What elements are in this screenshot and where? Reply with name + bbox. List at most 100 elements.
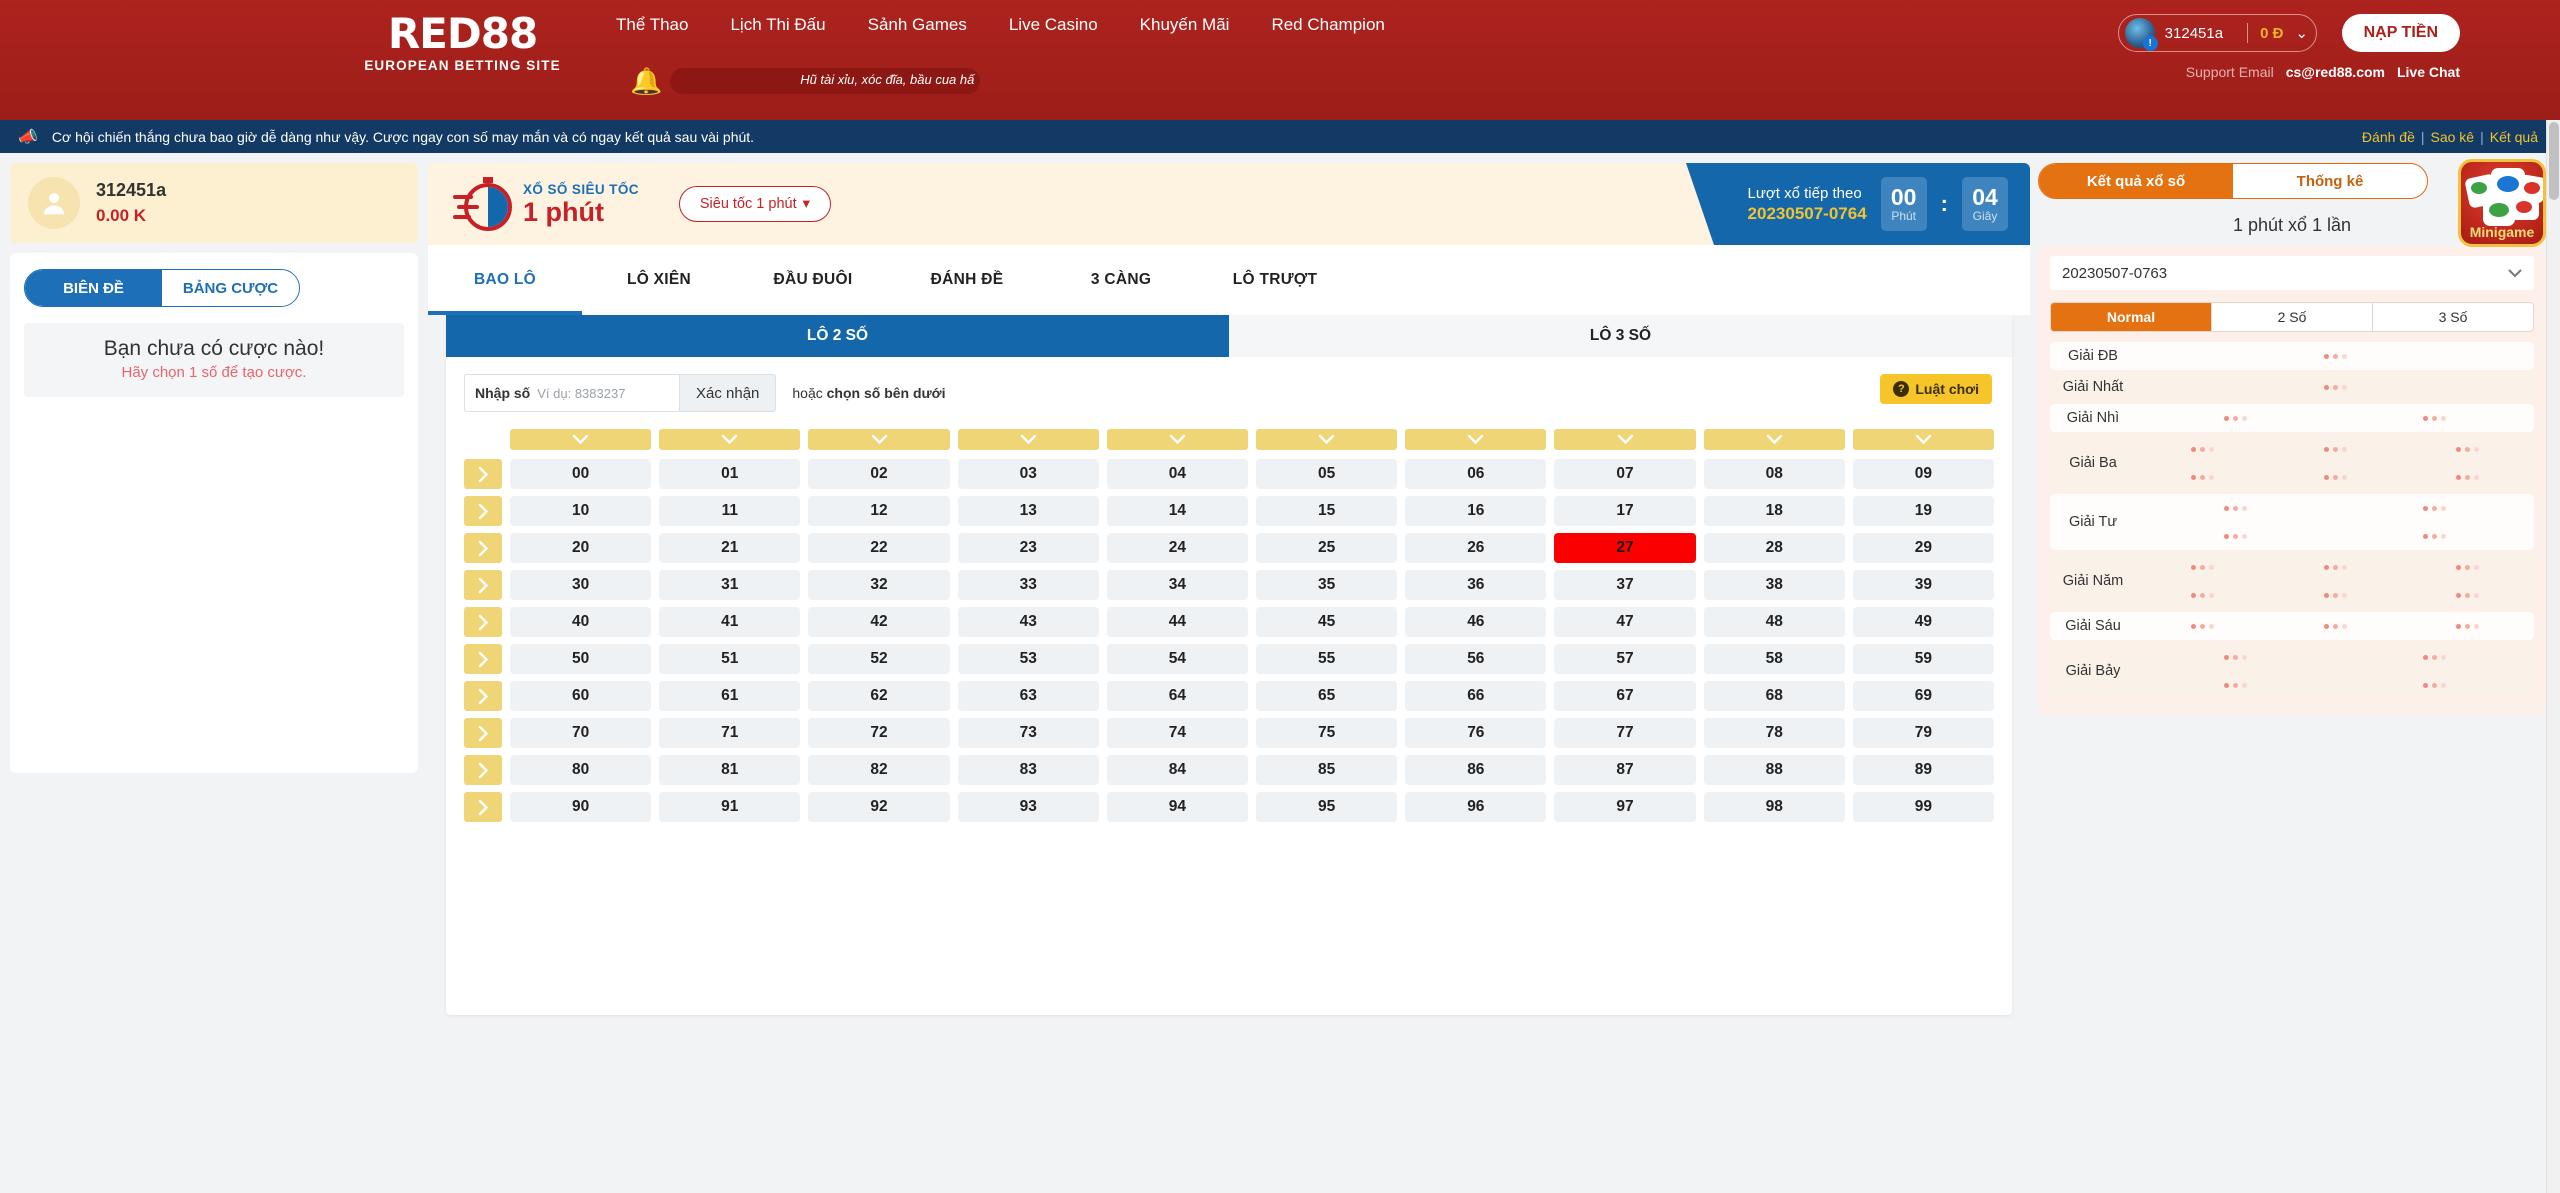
number-cell-65[interactable]: 65 bbox=[1256, 681, 1398, 711]
number-cell-06[interactable]: 06 bbox=[1405, 459, 1547, 489]
number-cell-67[interactable]: 67 bbox=[1554, 681, 1696, 711]
number-cell-54[interactable]: 54 bbox=[1106, 644, 1249, 674]
nav-item-khuyen-mai[interactable]: Khuyến Mãi bbox=[1134, 11, 1236, 39]
number-input[interactable]: Nhập số Ví dụ: 8383237 bbox=[464, 374, 679, 412]
number-cell-30[interactable]: 30 bbox=[510, 570, 652, 600]
number-cell-75[interactable]: 75 bbox=[1256, 718, 1398, 748]
number-cell-01[interactable]: 01 bbox=[659, 459, 801, 489]
number-cell-15[interactable]: 15 bbox=[1256, 496, 1398, 526]
number-cell-84[interactable]: 84 bbox=[1106, 755, 1249, 785]
number-cell-25[interactable]: 25 bbox=[1256, 533, 1398, 563]
number-cell-47[interactable]: 47 bbox=[1554, 607, 1696, 637]
number-cell-51[interactable]: 51 bbox=[659, 644, 801, 674]
game-tab-4[interactable]: 3 CÀNG bbox=[1044, 245, 1198, 315]
nav-item-red-champion[interactable]: Red Champion bbox=[1265, 11, 1390, 39]
number-cell-90[interactable]: 90 bbox=[510, 792, 652, 822]
row-select-icon[interactable] bbox=[464, 644, 502, 674]
number-cell-89[interactable]: 89 bbox=[1852, 755, 1995, 785]
number-cell-97[interactable]: 97 bbox=[1554, 792, 1696, 822]
tab-bang-cuoc[interactable]: BẢNG CƯỢC bbox=[162, 270, 299, 306]
number-cell-40[interactable]: 40 bbox=[510, 607, 652, 637]
row-select-icon[interactable] bbox=[464, 755, 502, 785]
row-select-icon[interactable] bbox=[464, 718, 502, 748]
column-select-icon[interactable] bbox=[1703, 429, 1845, 450]
number-cell-53[interactable]: 53 bbox=[957, 644, 1099, 674]
number-cell-21[interactable]: 21 bbox=[659, 533, 801, 563]
number-cell-82[interactable]: 82 bbox=[808, 755, 950, 785]
number-cell-63[interactable]: 63 bbox=[957, 681, 1099, 711]
link-ket-qua[interactable]: Kết quả bbox=[2490, 129, 2538, 145]
column-select-icon[interactable] bbox=[510, 429, 652, 450]
column-select-icon[interactable] bbox=[1852, 429, 1995, 450]
rules-button[interactable]: ? Luật chơi bbox=[1880, 374, 1992, 404]
tab-thong-ke[interactable]: Thống kê bbox=[2233, 164, 2427, 198]
nav-item-sanh-games[interactable]: Sảnh Games bbox=[862, 11, 973, 39]
number-cell-55[interactable]: 55 bbox=[1256, 644, 1398, 674]
row-select-icon[interactable] bbox=[464, 459, 502, 489]
number-cell-87[interactable]: 87 bbox=[1554, 755, 1696, 785]
column-select-icon[interactable] bbox=[659, 429, 801, 450]
number-cell-10[interactable]: 10 bbox=[510, 496, 652, 526]
site-logo[interactable]: RED88 EUROPEAN BETTING SITE bbox=[355, 12, 570, 74]
subtab-lo-2-so[interactable]: LÔ 2 SỐ bbox=[446, 315, 1229, 357]
seg-2-so[interactable]: 2 Số bbox=[2212, 303, 2373, 331]
number-cell-79[interactable]: 79 bbox=[1852, 718, 1995, 748]
number-cell-09[interactable]: 09 bbox=[1852, 459, 1995, 489]
number-cell-13[interactable]: 13 bbox=[957, 496, 1099, 526]
page-scrollbar[interactable] bbox=[2546, 120, 2560, 1193]
number-cell-23[interactable]: 23 bbox=[957, 533, 1099, 563]
number-cell-04[interactable]: 04 bbox=[1106, 459, 1249, 489]
number-cell-62[interactable]: 62 bbox=[808, 681, 950, 711]
number-cell-08[interactable]: 08 bbox=[1703, 459, 1845, 489]
number-cell-48[interactable]: 48 bbox=[1703, 607, 1845, 637]
number-cell-74[interactable]: 74 bbox=[1106, 718, 1249, 748]
number-cell-64[interactable]: 64 bbox=[1106, 681, 1249, 711]
number-cell-73[interactable]: 73 bbox=[957, 718, 1099, 748]
number-cell-77[interactable]: 77 bbox=[1554, 718, 1696, 748]
tab-bien-de[interactable]: BIÊN ĐỀ bbox=[25, 270, 162, 306]
nav-item-live-casino[interactable]: Live Casino bbox=[1003, 11, 1104, 39]
link-danh-de[interactable]: Đánh đề bbox=[2362, 129, 2415, 145]
nav-item-lich-thi-dau[interactable]: Lịch Thi Đấu bbox=[724, 11, 831, 39]
number-cell-41[interactable]: 41 bbox=[659, 607, 801, 637]
number-cell-22[interactable]: 22 bbox=[808, 533, 950, 563]
number-cell-91[interactable]: 91 bbox=[659, 792, 801, 822]
number-cell-76[interactable]: 76 bbox=[1405, 718, 1547, 748]
number-cell-71[interactable]: 71 bbox=[659, 718, 801, 748]
scrollbar-thumb[interactable] bbox=[2549, 122, 2559, 200]
number-cell-52[interactable]: 52 bbox=[808, 644, 950, 674]
number-cell-07[interactable]: 07 bbox=[1554, 459, 1696, 489]
column-select-icon[interactable] bbox=[1554, 429, 1696, 450]
account-chip[interactable]: 312451a 0 Đ ⌄ bbox=[2117, 14, 2317, 52]
tab-ket-qua-xo-so[interactable]: Kết quả xổ số bbox=[2039, 164, 2233, 198]
seg-normal[interactable]: Normal bbox=[2051, 303, 2212, 331]
speed-select-button[interactable]: Siêu tốc 1 phút ▾ bbox=[678, 186, 831, 222]
column-select-icon[interactable] bbox=[1405, 429, 1547, 450]
number-cell-83[interactable]: 83 bbox=[957, 755, 1099, 785]
number-cell-35[interactable]: 35 bbox=[1256, 570, 1398, 600]
number-cell-32[interactable]: 32 bbox=[808, 570, 950, 600]
number-cell-96[interactable]: 96 bbox=[1405, 792, 1547, 822]
deposit-button[interactable]: NẠP TIỀN bbox=[2341, 14, 2460, 52]
number-cell-39[interactable]: 39 bbox=[1852, 570, 1995, 600]
column-select-icon[interactable] bbox=[1256, 429, 1398, 450]
number-cell-20[interactable]: 20 bbox=[510, 533, 652, 563]
column-select-icon[interactable] bbox=[808, 429, 950, 450]
number-cell-43[interactable]: 43 bbox=[957, 607, 1099, 637]
number-cell-27[interactable]: 27 bbox=[1554, 533, 1696, 563]
number-cell-66[interactable]: 66 bbox=[1405, 681, 1547, 711]
draw-select[interactable]: 20230507-0763 bbox=[2050, 256, 2534, 290]
number-cell-16[interactable]: 16 bbox=[1405, 496, 1547, 526]
number-cell-61[interactable]: 61 bbox=[659, 681, 801, 711]
number-cell-99[interactable]: 99 bbox=[1852, 792, 1995, 822]
number-cell-12[interactable]: 12 bbox=[808, 496, 950, 526]
row-select-icon[interactable] bbox=[464, 792, 502, 822]
number-cell-38[interactable]: 38 bbox=[1703, 570, 1845, 600]
number-cell-03[interactable]: 03 bbox=[957, 459, 1099, 489]
number-cell-94[interactable]: 94 bbox=[1106, 792, 1249, 822]
number-cell-42[interactable]: 42 bbox=[808, 607, 950, 637]
seg-3-so[interactable]: 3 Số bbox=[2373, 303, 2533, 331]
number-cell-34[interactable]: 34 bbox=[1106, 570, 1249, 600]
number-cell-02[interactable]: 02 bbox=[808, 459, 950, 489]
number-cell-36[interactable]: 36 bbox=[1405, 570, 1547, 600]
